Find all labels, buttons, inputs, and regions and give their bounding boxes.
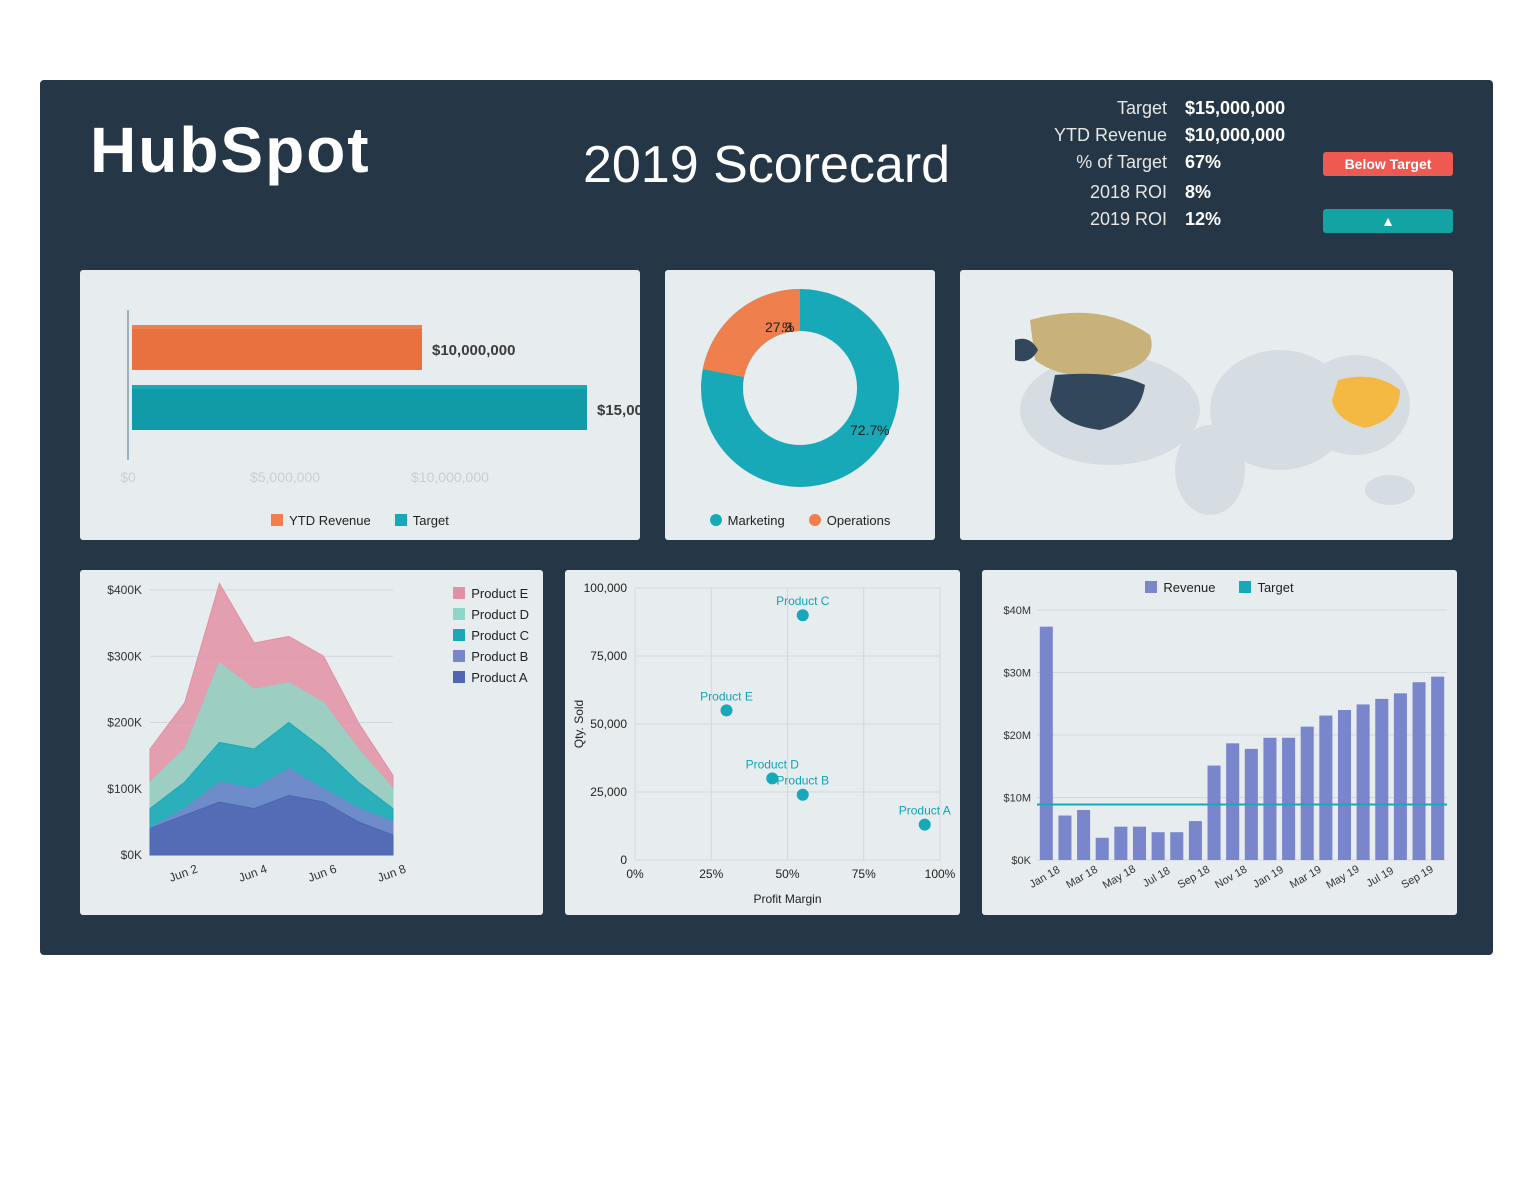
kpi-value: $10,000,000: [1185, 125, 1305, 146]
svg-text:$200K: $200K: [107, 716, 142, 730]
svg-text:$0K: $0K: [1011, 855, 1031, 867]
svg-text:Product C: Product C: [776, 594, 830, 608]
region-canada: [1030, 313, 1152, 376]
bar-ytd-label: $10,000,000: [432, 342, 515, 359]
svg-text:$0K: $0K: [121, 848, 142, 862]
legend-item: Product D: [453, 607, 529, 622]
legend-marketing: Marketing: [728, 513, 785, 528]
legend-revenue: Revenue: [1163, 580, 1215, 595]
svg-text:$100K: $100K: [107, 782, 142, 796]
svg-text:0%: 0%: [626, 867, 644, 881]
svg-text:Jul 19: Jul 19: [1365, 865, 1396, 890]
svg-text:Product D: Product D: [746, 757, 800, 771]
legend: Marketing Operations: [665, 513, 935, 528]
kpi-value: 8%: [1185, 182, 1305, 203]
legend: Revenue Target: [982, 580, 1457, 595]
svg-text:$10M: $10M: [1003, 793, 1031, 805]
slice-mkt-pct: 72.7: [850, 422, 877, 438]
legend-target: Target: [1257, 580, 1293, 595]
svg-text:Jun 8: Jun 8: [375, 862, 408, 885]
svg-text:Product A: Product A: [899, 804, 951, 818]
legend-item: Product A: [453, 670, 529, 685]
svg-text:$30M: $30M: [1003, 668, 1031, 680]
kpi-label: YTD Revenue: [1054, 125, 1167, 146]
svg-text:Jun 6: Jun 6: [306, 862, 339, 885]
svg-text:50,000: 50,000: [590, 717, 627, 731]
legend-item: Product E: [453, 586, 529, 601]
x-tick: $5,000,000: [250, 469, 320, 485]
legend-item: Product B: [453, 649, 529, 664]
chart-expense-donut: 27.3 % 72.7 % Marketing Operations: [665, 270, 935, 540]
x-tick: $10,000,000: [411, 469, 489, 485]
svg-text:75,000: 75,000: [590, 649, 627, 663]
svg-text:Mar 18: Mar 18: [1064, 864, 1100, 892]
svg-text:$40M: $40M: [1003, 605, 1031, 617]
chart-area-products: $0K $100K $200K $300K $400K Jun 2 Jun 4 Jun 6 Ju…: [80, 570, 543, 915]
kpi-value: 12%: [1185, 209, 1305, 233]
svg-text:$400K: $400K: [107, 583, 142, 597]
x-tick: $0: [120, 469, 136, 485]
svg-text:%: %: [782, 319, 794, 335]
svg-text:25,000: 25,000: [590, 785, 627, 799]
kpi-label: 2018 ROI: [1054, 182, 1167, 203]
svg-text:Mar 19: Mar 19: [1288, 864, 1324, 892]
kpi-table: Target $15,000,000 YTD Revenue $10,000,000%…: [1054, 98, 1453, 233]
svg-text:Jun 4: Jun 4: [237, 862, 270, 885]
svg-text:Sep 18: Sep 18: [1176, 863, 1212, 891]
kpi-label: Target: [1054, 98, 1167, 119]
legend-target: Target: [413, 513, 449, 528]
chart-monthly-revenue: Revenue Target $0K $10M $20M $30M $40M Jan 18…: [982, 570, 1457, 915]
svg-text:Product B: Product B: [776, 774, 829, 788]
svg-text:Jun 2: Jun 2: [167, 862, 200, 885]
legend: YTD Revenue Target: [80, 513, 640, 528]
kpi-label: % of Target: [1054, 152, 1167, 176]
svg-text:75%: 75%: [852, 867, 876, 881]
svg-text:Jan 19: Jan 19: [1251, 864, 1286, 891]
svg-text:%: %: [877, 422, 889, 438]
svg-text:0: 0: [620, 853, 627, 867]
svg-text:May 18: May 18: [1101, 863, 1138, 891]
svg-text:Jan 18: Jan 18: [1028, 864, 1063, 891]
kpi-value: 67%: [1185, 152, 1305, 176]
kpi-badge: Below Target: [1323, 152, 1453, 176]
legend-operations: Operations: [827, 513, 891, 528]
legend-ytd: YTD Revenue: [289, 513, 371, 528]
legend-item: Product C: [453, 628, 529, 643]
bar-target-label: $15,000,000: [597, 402, 640, 419]
chart-scatter-margin: 0 25,000 50,000 75,000 100,000 0% 25% 50% 75% 100…: [565, 570, 960, 915]
svg-text:Profit Margin: Profit Margin: [753, 892, 821, 906]
svg-text:Nov 18: Nov 18: [1213, 863, 1249, 891]
kpi-badge: ▲: [1323, 209, 1453, 233]
svg-text:May 19: May 19: [1324, 863, 1361, 891]
svg-text:25%: 25%: [699, 867, 723, 881]
svg-text:$300K: $300K: [107, 649, 142, 663]
svg-text:Sep 19: Sep 19: [1399, 863, 1435, 891]
svg-text:50%: 50%: [775, 867, 799, 881]
svg-text:100,000: 100,000: [584, 581, 628, 595]
svg-text:$20M: $20M: [1003, 730, 1031, 742]
kpi-label: 2019 ROI: [1054, 209, 1167, 233]
legend: Product E Product D Product C Product B Prod…: [453, 586, 529, 691]
chart-ytd-vs-target: $10,000,000 $15,000,000 $0 $5,000,000 $1…: [80, 270, 640, 540]
svg-text:Jul 18: Jul 18: [1141, 865, 1172, 890]
svg-text:Qty. Sold: Qty. Sold: [572, 700, 586, 748]
chart-world-map: [960, 270, 1453, 540]
svg-text:Product E: Product E: [700, 689, 753, 703]
svg-text:100%: 100%: [925, 867, 956, 881]
kpi-value: $15,000,000: [1185, 98, 1305, 119]
